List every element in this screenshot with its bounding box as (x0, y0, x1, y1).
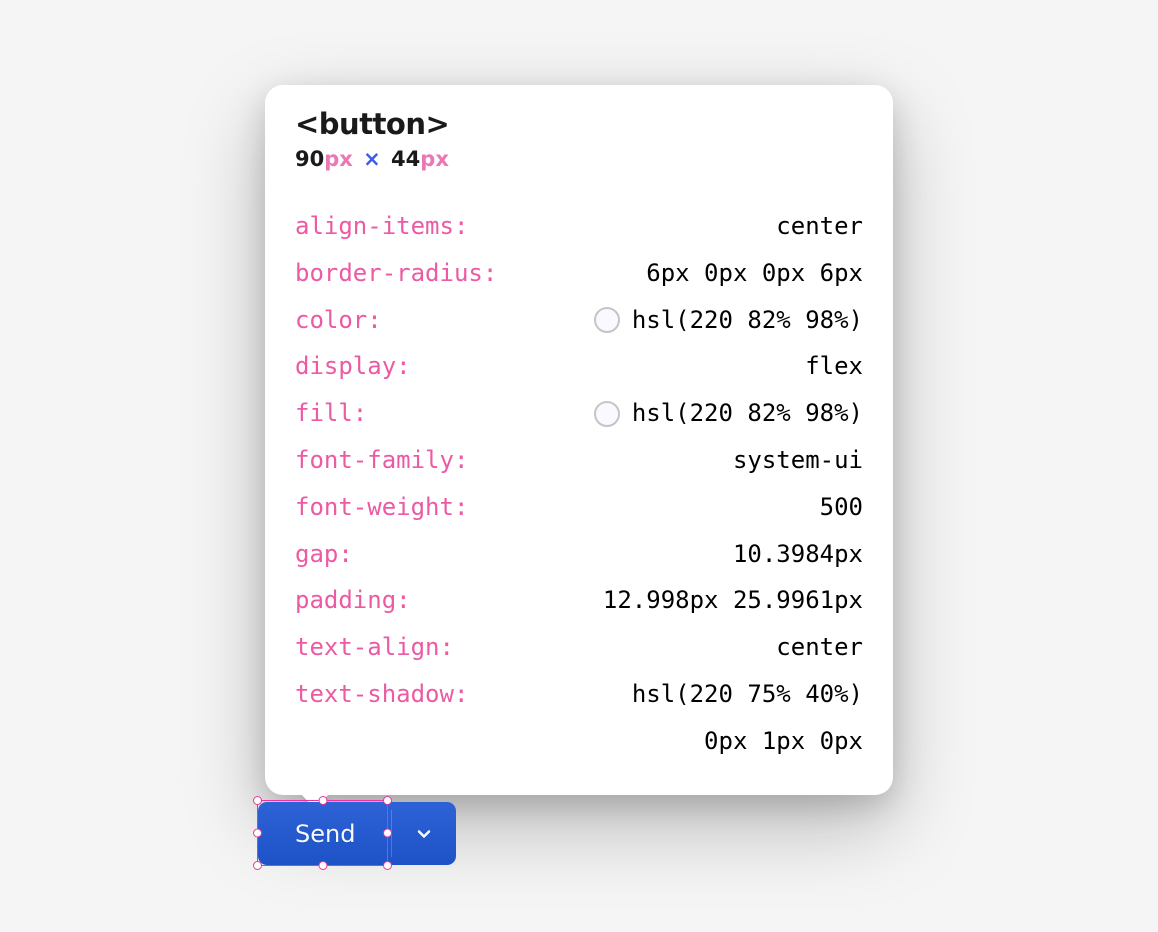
color-swatch-icon[interactable] (594, 401, 620, 427)
property-row: font-family: system-ui (295, 437, 863, 484)
property-row: fill: hsl(220 82% 98%) (295, 390, 863, 437)
property-value: hsl(220 75% 40%)0px 1px 0px (632, 671, 863, 765)
property-value: center (776, 624, 863, 671)
property-value-text: hsl(220 82% 98%) (632, 297, 863, 344)
property-name: font-family: (295, 437, 468, 484)
property-value-text: 10.3984px (733, 531, 863, 578)
property-value: flex (805, 343, 863, 390)
property-value-text: flex (805, 343, 863, 390)
property-value-text: 12.998px 25.9961px (603, 577, 863, 624)
element-tag: <button> (295, 107, 863, 141)
property-name: fill: (295, 390, 367, 437)
property-value-line: 0px 1px 0px (632, 718, 863, 765)
property-value: hsl(220 82% 98%) (594, 297, 863, 344)
property-row: padding: 12.998px 25.9961px (295, 577, 863, 624)
property-value: 12.998px 25.9961px (603, 577, 863, 624)
property-row: text-shadow: hsl(220 75% 40%)0px 1px 0px (295, 671, 863, 765)
property-value-text: 6px 0px 0px 6px (646, 250, 863, 297)
property-name: display: (295, 343, 411, 390)
property-value-text: hsl(220 82% 98%) (632, 390, 863, 437)
property-row: color: hsl(220 82% 98%) (295, 297, 863, 344)
property-value-line: hsl(220 75% 40%) (632, 671, 863, 718)
property-value-text: system-ui (733, 437, 863, 484)
property-value: 10.3984px (733, 531, 863, 578)
width-unit: px (324, 147, 353, 171)
property-name: color: (295, 297, 382, 344)
height-unit: px (420, 147, 449, 171)
property-value-text: center (776, 624, 863, 671)
property-value: system-ui (733, 437, 863, 484)
property-row: border-radius: 6px 0px 0px 6px (295, 250, 863, 297)
button-group: Send (258, 802, 456, 865)
property-name: gap: (295, 531, 353, 578)
color-swatch-icon[interactable] (594, 307, 620, 333)
inspector-tooltip: <button> 90px × 44px align-items:centerb… (265, 85, 893, 795)
property-value-text: 500 (820, 484, 863, 531)
property-row: display: flex (295, 343, 863, 390)
dropdown-button[interactable] (392, 802, 456, 865)
dimensions-times: × (363, 147, 381, 171)
element-dimensions: 90px × 44px (295, 147, 863, 171)
property-value: hsl(220 82% 98%) (594, 390, 863, 437)
property-name: align-items: (295, 203, 468, 250)
property-value: center (776, 203, 863, 250)
property-name: font-weight: (295, 484, 468, 531)
property-row: font-weight: 500 (295, 484, 863, 531)
height-value: 44 (391, 147, 420, 171)
property-value-text: center (776, 203, 863, 250)
property-name: text-align: (295, 624, 454, 671)
property-name: border-radius: (295, 250, 497, 297)
chevron-down-icon (414, 824, 434, 844)
property-row: gap: 10.3984px (295, 531, 863, 578)
property-row: text-align: center (295, 624, 863, 671)
property-row: align-items: center (295, 203, 863, 250)
property-name: text-shadow: (295, 671, 468, 718)
properties-list: align-items: center border-radius: 6px 0px … (295, 203, 863, 765)
width-value: 90 (295, 147, 324, 171)
send-button-label: Send (295, 820, 355, 848)
send-button[interactable]: Send (258, 802, 392, 865)
property-value: 500 (820, 484, 863, 531)
property-name: padding: (295, 577, 411, 624)
property-value: 6px 0px 0px 6px (646, 250, 863, 297)
